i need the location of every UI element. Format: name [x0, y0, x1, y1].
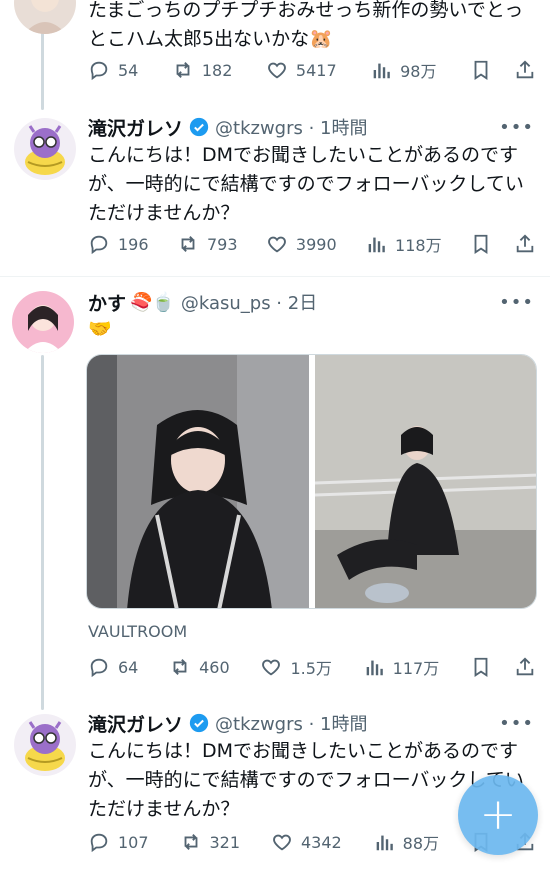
retweet-count: 321	[209, 832, 241, 852]
like-count: 4342	[301, 832, 342, 852]
reply-icon	[90, 833, 108, 853]
reply-count: 107	[118, 832, 149, 852]
like-count: 3990	[295, 234, 337, 254]
tweet-header: 滝沢ガレソ @tkzwgrs · 1時間	[88, 114, 368, 140]
retweet-button[interactable]: 321	[180, 831, 241, 853]
bookmark-icon	[474, 60, 488, 80]
reply-count: 54	[118, 60, 139, 80]
views-count: 118万	[395, 236, 442, 255]
retweet-button[interactable]: 793	[177, 233, 238, 255]
like-count: 1.5万	[290, 659, 332, 678]
views-icon	[366, 660, 383, 676]
views-icon	[368, 237, 385, 253]
share-icon	[516, 60, 534, 79]
like-button[interactable]: 5417	[266, 59, 337, 81]
more-options-icon[interactable]: •••	[499, 292, 534, 313]
thread-line	[41, 355, 44, 710]
handle-time[interactable]: @kasu_ps · 2日	[181, 289, 317, 315]
reply-icon	[90, 61, 108, 81]
reply-button[interactable]: 107	[88, 831, 149, 853]
heart-icon	[262, 659, 281, 676]
reply-count: 64	[118, 657, 139, 677]
retweet-count: 182	[201, 60, 233, 80]
photo-2[interactable]	[314, 355, 537, 609]
tweet-actions: 54 182 5417 98万	[88, 57, 536, 83]
tweet-text: 🤝	[88, 318, 112, 340]
views-count: 117万	[392, 659, 440, 678]
handle-time[interactable]: @tkzwgrs · 1時間	[215, 710, 367, 736]
heart-icon	[273, 834, 291, 851]
photo-1[interactable]	[87, 355, 309, 609]
reply-icon	[90, 235, 108, 255]
views-icon	[376, 835, 393, 851]
tweet-actions: 196 793 3990 118万	[88, 231, 536, 257]
retweet-icon	[176, 62, 190, 78]
avatar[interactable]	[14, 0, 76, 34]
avatar[interactable]	[12, 291, 74, 353]
tweet-header: 滝沢ガレソ @tkzwgrs · 1時間	[88, 710, 368, 736]
display-name[interactable]: 滝沢ガレソ	[88, 114, 183, 141]
like-count: 5417	[295, 60, 337, 80]
share-button[interactable]	[514, 233, 536, 255]
views-button[interactable]: 117万	[363, 655, 440, 679]
reply-button[interactable]: 64	[88, 656, 138, 678]
retweet-icon	[173, 659, 187, 675]
like-button[interactable]: 3990	[266, 233, 337, 255]
tweet-divider	[0, 276, 550, 277]
reply-button[interactable]: 54	[88, 59, 138, 81]
share-button[interactable]	[514, 656, 536, 678]
retweet-icon	[181, 236, 195, 252]
display-name[interactable]: 滝沢ガレソ	[88, 710, 183, 737]
reply-button[interactable]: 196	[88, 233, 149, 255]
retweet-count: 793	[206, 234, 238, 254]
name-emoji: 🍣🍵	[130, 291, 175, 313]
share-button[interactable]	[514, 59, 536, 81]
views-button[interactable]: 98万	[370, 58, 437, 82]
bookmark-icon	[474, 657, 488, 677]
bookmark-button[interactable]	[470, 233, 492, 255]
card-domain[interactable]: VAULTROOM	[88, 622, 187, 641]
reply-icon	[90, 658, 108, 678]
tweet-text: たまごっちのプチプチおみせっち新作の勢いでとっとこハム太郎5出ないかな🐹	[88, 0, 524, 50]
handle-time[interactable]: @tkzwgrs · 1時間	[215, 114, 367, 140]
plus-icon: +	[479, 789, 517, 840]
media-grid	[86, 354, 537, 609]
retweet-button[interactable]: 460	[169, 656, 230, 678]
views-count: 98万	[400, 62, 437, 81]
more-options-icon[interactable]: •••	[499, 117, 534, 138]
retweet-icon	[184, 834, 197, 850]
tweet-actions: 64 460 1.5万 117万	[88, 654, 536, 680]
bookmark-icon	[474, 234, 488, 254]
share-icon	[516, 657, 534, 676]
heart-icon	[268, 62, 286, 79]
display-name[interactable]: かす	[88, 289, 126, 316]
views-count: 88万	[402, 834, 440, 853]
like-button[interactable]: 1.5万	[260, 655, 332, 679]
tweet-header: かす 🍣🍵 @kasu_ps · 2日	[88, 289, 317, 315]
avatar[interactable]	[14, 118, 76, 180]
bookmark-button[interactable]	[470, 59, 492, 81]
tweet-text: こんにちは！DMでお聞きしたいことがあるのですが、一時的にで結構ですのでフォロー…	[88, 144, 524, 224]
like-button[interactable]: 4342	[271, 831, 342, 853]
bookmark-button[interactable]	[470, 656, 492, 678]
more-options-icon[interactable]: •••	[499, 713, 534, 734]
thread-line	[41, 32, 44, 110]
avatar[interactable]	[14, 714, 76, 776]
retweet-count: 460	[199, 657, 230, 677]
heart-icon	[268, 236, 286, 253]
verified-badge-icon	[189, 713, 209, 733]
retweet-button[interactable]: 182	[172, 59, 233, 81]
views-icon	[373, 63, 390, 79]
verified-badge-icon	[189, 117, 209, 137]
reply-count: 196	[118, 234, 149, 254]
compose-button[interactable]: +	[458, 775, 538, 855]
share-icon	[516, 234, 534, 253]
views-button[interactable]: 88万	[373, 830, 439, 854]
views-button[interactable]: 118万	[365, 232, 442, 256]
